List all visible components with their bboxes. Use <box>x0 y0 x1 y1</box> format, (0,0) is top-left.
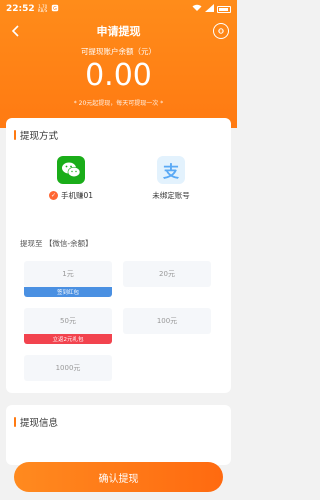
amount-option-50[interactable]: 50元 <box>24 308 112 334</box>
selected-check-icon: ✓ <box>48 191 58 200</box>
wifi-icon <box>192 4 202 14</box>
section-title-method: 提现方式 <box>14 128 58 142</box>
amount-tag-signin: 签到红包 <box>24 287 112 297</box>
method-wechat-label: 手机赚01 <box>60 191 94 200</box>
battery-icon <box>217 5 231 13</box>
status-time: 22:52 <box>6 4 35 14</box>
status-right <box>192 4 231 14</box>
balance-label: 可提现账户余额（元） <box>81 47 156 56</box>
title-row: 申请提现 <box>0 18 237 44</box>
amount-option-1000[interactable]: 1000元 <box>24 355 112 381</box>
network-speed-unit: KB/S <box>38 8 48 13</box>
withdraw-info-card: 提现信息 <box>6 405 231 465</box>
section-title-method-text: 提现方式 <box>20 131 59 142</box>
alipay-icon: 支 <box>157 156 185 184</box>
method-wechat[interactable]: ✓ 手机赚01 <box>26 156 116 201</box>
withdraw-target-label: 提现至 【微信-余额】 <box>20 239 93 248</box>
signal-icon <box>205 4 214 14</box>
page-title: 申请提现 <box>96 25 141 38</box>
section-bar <box>14 130 16 140</box>
section-bar <box>14 417 16 427</box>
balance-value: 0.00 <box>85 58 152 93</box>
status-left: 22:52 1.70 KB/S G <box>6 4 59 14</box>
header: 22:52 1.70 KB/S G 申请提现 可提现账户余额（元） 0.00 *… <box>0 0 237 128</box>
svg-text:G: G <box>53 6 57 12</box>
headset-icon <box>218 28 224 34</box>
amount-option-100[interactable]: 100元 <box>123 308 211 334</box>
method-alipay-label-row: 未绑定账号 <box>126 190 216 201</box>
withdraw-method-card: 提现方式 ✓ 手机赚01 支 未绑定账号 提现至 【微信-余额】 1元 签到红包… <box>6 118 231 393</box>
section-title-info: 提现信息 <box>14 415 58 429</box>
withdraw-note: * 20元起提现，每天可提现一次 * <box>73 100 164 107</box>
notification-icon: G <box>51 4 59 14</box>
method-alipay-label: 未绑定账号 <box>152 191 190 200</box>
confirm-withdraw-button[interactable]: 确认提现 <box>14 462 223 492</box>
network-speed: 1.70 KB/S <box>38 5 48 13</box>
customer-service-button[interactable] <box>213 23 229 39</box>
amount-tag-rebate: 立返2元礼包 <box>24 334 112 344</box>
back-button[interactable] <box>6 22 24 40</box>
section-title-info-text: 提现信息 <box>20 418 59 429</box>
status-bar: 22:52 1.70 KB/S G <box>0 0 237 18</box>
amount-option-1[interactable]: 1元 <box>24 261 112 287</box>
method-alipay[interactable]: 支 未绑定账号 <box>126 156 216 201</box>
method-wechat-label-row: ✓ 手机赚01 <box>26 190 116 201</box>
wechat-icon <box>57 156 85 184</box>
amount-option-20[interactable]: 20元 <box>123 261 211 287</box>
